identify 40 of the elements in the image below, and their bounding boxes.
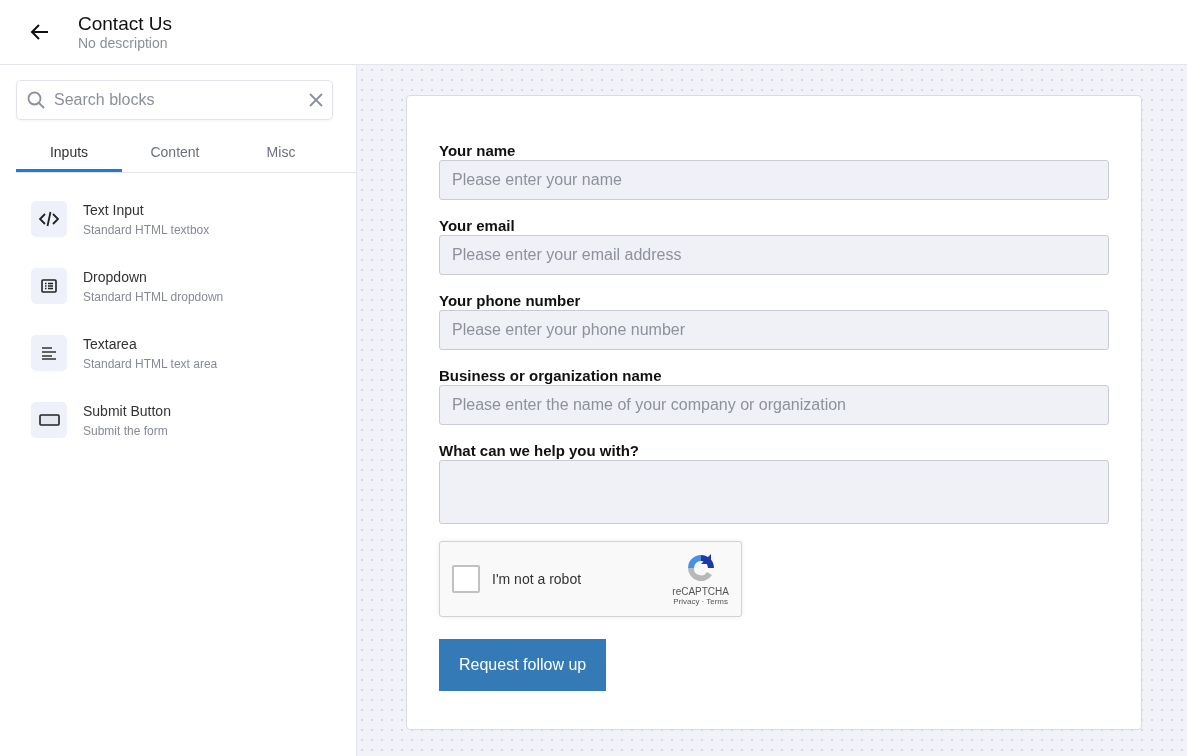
block-icon-tile[interactable] — [31, 335, 67, 371]
input-field[interactable]: Please enter your phone number — [439, 310, 1109, 350]
clear-button[interactable] — [309, 93, 323, 107]
block-description: Submit the form — [83, 423, 169, 438]
separator-dot: · — [701, 597, 705, 606]
block-title[interactable]: Submit Button — [83, 402, 171, 420]
code-icon — [39, 211, 59, 227]
captcha-brand: reCAPTCHA — [672, 586, 729, 597]
tab[interactable]: Inputs — [16, 134, 122, 172]
block-icon-tile[interactable] — [31, 402, 67, 438]
tab[interactable]: Misc — [228, 134, 334, 172]
page-subtitle: No description — [78, 35, 169, 51]
captcha-label: I'm not a robot — [492, 571, 583, 587]
block-description: Standard HTML dropdown — [83, 289, 224, 304]
search-field[interactable]: Search blocks — [16, 80, 333, 120]
terms-link[interactable]: Terms — [706, 597, 728, 606]
block-description: Standard HTML textbox — [83, 222, 210, 237]
field-label: Your name — [439, 142, 517, 160]
block-title[interactable]: Dropdown — [83, 268, 224, 286]
input-field[interactable]: Please enter your email address — [439, 235, 1109, 275]
block-icon-tile[interactable] — [31, 268, 67, 304]
tab[interactable]: Content — [122, 134, 228, 172]
input-field[interactable]: Please enter the name of your company or organization — [439, 385, 1109, 425]
block-title[interactable]: Text Input — [83, 201, 210, 219]
search-icon — [27, 91, 45, 109]
rectangle-icon — [38, 414, 60, 426]
page-title: Contact Us — [78, 13, 172, 35]
list-icon — [41, 279, 57, 293]
submit-button[interactable]: Request follow up — [439, 639, 607, 691]
block-title[interactable]: Textarea — [83, 335, 218, 353]
privacy-link[interactable]: Privacy — [673, 597, 700, 606]
block-description: Standard HTML text area — [83, 356, 218, 371]
field-label: Your email — [439, 217, 516, 235]
checkbox[interactable] — [452, 565, 480, 593]
block-icon-tile[interactable] — [31, 201, 67, 237]
field-label: What can we help you with? — [439, 442, 640, 460]
text-lines-icon — [42, 346, 56, 360]
input-field[interactable]: Please enter your name — [439, 160, 1109, 200]
field-label: Your phone number — [439, 292, 582, 310]
field-label: Business or organization name — [439, 367, 663, 385]
